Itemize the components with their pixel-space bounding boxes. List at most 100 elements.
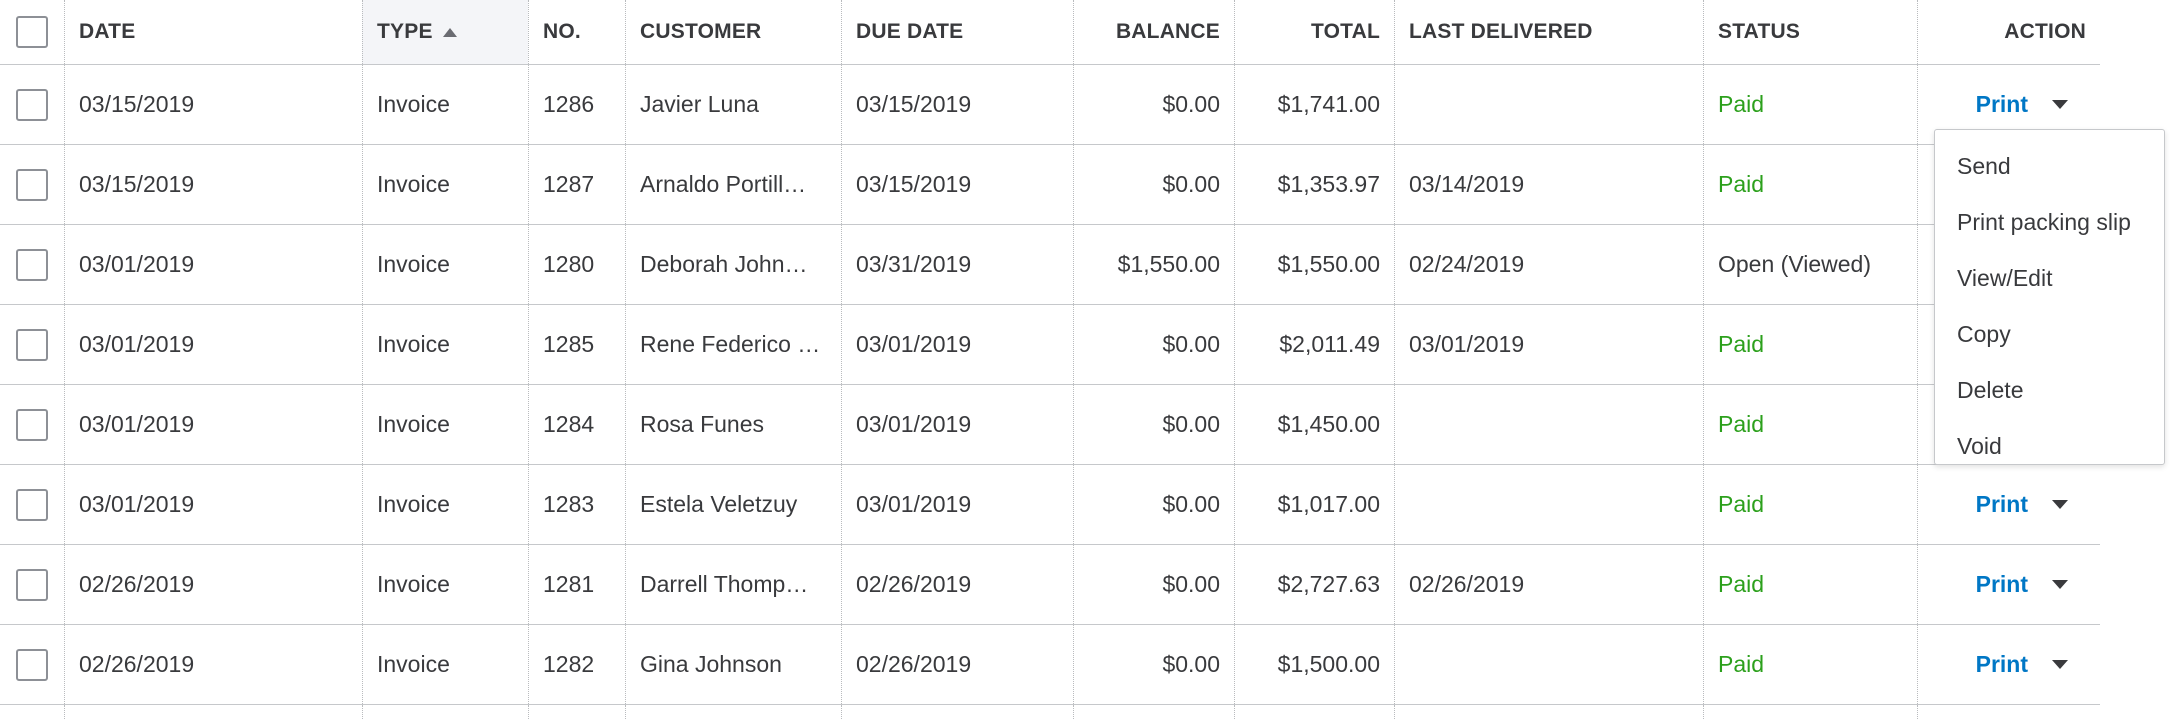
cell-date: 02/26/2019 — [64, 545, 362, 624]
cell-customer: Javier Luna — [625, 65, 841, 144]
cell-customer — [625, 705, 841, 720]
cell-due-date: 03/15/2019 — [841, 65, 1073, 144]
cell-balance: $0.00 — [1073, 65, 1234, 144]
cell-customer: Estela Veletzuy — [625, 465, 841, 544]
cell-last-delivered — [1394, 465, 1703, 544]
row-checkbox[interactable] — [16, 648, 48, 681]
column-header-customer-label: CUSTOMER — [640, 20, 762, 43]
cell-balance: $0.00 — [1073, 465, 1234, 544]
status-badge: Paid — [1703, 625, 1917, 704]
cell-balance: $0.00 — [1073, 305, 1234, 384]
cell-action — [1917, 705, 2100, 720]
cell-due-date — [841, 705, 1073, 720]
menu-item-void[interactable]: Void — [1935, 418, 2164, 474]
menu-item-copy[interactable]: Copy — [1935, 306, 2164, 362]
cell-balance: $1,550.00 — [1073, 225, 1234, 304]
table-row[interactable]: 03/15/2019 Invoice 1286 Javier Luna 03/15/20… — [0, 65, 2100, 145]
column-header-no[interactable]: NO. — [528, 0, 625, 64]
column-header-total[interactable]: TOTAL — [1234, 0, 1394, 64]
row-checkbox[interactable] — [16, 168, 48, 201]
cell-no: 1282 — [528, 625, 625, 704]
more-actions-button[interactable] — [2040, 570, 2080, 600]
menu-item-send[interactable]: Send — [1935, 138, 2164, 194]
table-row[interactable]: 03/01/2019 Invoice 1284 Rosa Funes 03/01/201… — [0, 385, 2100, 465]
row-checkbox[interactable] — [16, 88, 48, 121]
table-row[interactable]: 02/26/2019 Invoice 1282 Gina Johnson 02/26/2… — [0, 625, 2100, 705]
column-header-status[interactable]: STATUS — [1703, 0, 1917, 64]
cell-total: $1,741.00 — [1234, 65, 1394, 144]
row-checkbox[interactable] — [16, 328, 48, 361]
cell-customer: Deborah John… — [625, 225, 841, 304]
table-row[interactable]: 02/26/2019 Invoice 1281 Darrell Thomp… 02/26… — [0, 545, 2100, 625]
column-header-customer[interactable]: CUSTOMER — [625, 0, 841, 64]
cell-action: Print — [1917, 625, 2100, 704]
cell-date: 03/01/2019 — [64, 225, 362, 304]
more-actions-button[interactable] — [2040, 90, 2080, 120]
cell-last-delivered: 03/14/2019 — [1394, 145, 1703, 224]
status-badge: Open (Viewed) — [1703, 225, 1917, 304]
column-header-type[interactable]: TYPE — [362, 0, 528, 64]
customer-name: Estela Veletzuy — [640, 491, 798, 517]
column-header-date-label: DATE — [79, 20, 136, 43]
customer-name: Rene Federico … — [640, 331, 821, 357]
menu-item-print-packing-slip[interactable]: Print packing slip — [1935, 194, 2164, 250]
table-row[interactable]: 03/15/2019 Invoice 1287 Arnaldo Portill… 03/… — [0, 145, 2100, 225]
status-badge: Paid — [1703, 145, 1917, 224]
status-badge: Paid — [1703, 65, 1917, 144]
table-row[interactable]: 03/01/2019 Invoice 1285 Rene Federico … 03/0… — [0, 305, 2100, 385]
cell-last-delivered: 03/01/2019 — [1394, 305, 1703, 384]
row-checkbox[interactable] — [16, 568, 48, 601]
select-all-cell — [0, 0, 64, 64]
menu-item-delete[interactable]: Delete — [1935, 362, 2164, 418]
table-row[interactable]: 03/01/2019 Invoice 1280 Deborah John… 03/31/… — [0, 225, 2100, 305]
cell-last-delivered: 02/26/2019 — [1394, 545, 1703, 624]
column-header-last-delivered[interactable]: LAST DELIVERED — [1394, 0, 1703, 64]
print-link[interactable]: Print — [1976, 91, 2028, 118]
table-row[interactable]: 03/01/2019 Invoice 1283 Estela Veletzuy 03/0… — [0, 465, 2100, 545]
column-header-due-date[interactable]: DUE DATE — [841, 0, 1073, 64]
column-header-date[interactable]: DATE — [64, 0, 362, 64]
column-header-balance-label: BALANCE — [1115, 20, 1220, 43]
print-link[interactable]: Print — [1976, 571, 2028, 598]
cell-no — [528, 705, 625, 720]
row-checkbox[interactable] — [16, 248, 48, 281]
print-link[interactable]: Print — [1976, 651, 2028, 678]
row-select-cell — [0, 705, 64, 720]
select-all-checkbox[interactable] — [16, 16, 48, 48]
row-action-group: Print — [1976, 650, 2086, 680]
customer-name: Gina Johnson — [640, 651, 782, 677]
row-action-group: Print — [1976, 490, 2086, 520]
cell-last-delivered — [1394, 625, 1703, 704]
row-select-cell — [0, 545, 64, 624]
cell-balance: $0.00 — [1073, 145, 1234, 224]
cell-due-date: 03/01/2019 — [841, 305, 1073, 384]
cell-date — [64, 705, 362, 720]
cell-type: Invoice — [362, 225, 528, 304]
cell-type: Invoice — [362, 65, 528, 144]
row-action-group: Print — [1976, 90, 2086, 120]
table-row-partial — [0, 705, 2100, 720]
row-select-cell — [0, 225, 64, 304]
cell-type: Invoice — [362, 545, 528, 624]
cell-type: Invoice — [362, 625, 528, 704]
column-header-last-delivered-label: LAST DELIVERED — [1409, 20, 1593, 43]
cell-no: 1281 — [528, 545, 625, 624]
row-checkbox[interactable] — [16, 408, 48, 441]
cell-type — [362, 705, 528, 720]
cell-type: Invoice — [362, 385, 528, 464]
row-select-cell — [0, 305, 64, 384]
print-link[interactable]: Print — [1976, 491, 2028, 518]
more-actions-button[interactable] — [2040, 490, 2080, 520]
transactions-table: DATE TYPE NO. CUSTOMER DUE DATE BALANCE … — [0, 0, 2100, 720]
menu-item-view-edit[interactable]: View/Edit — [1935, 250, 2164, 306]
more-actions-button[interactable] — [2040, 650, 2080, 680]
column-header-status-label: STATUS — [1718, 20, 1801, 43]
cell-balance: $0.00 — [1073, 385, 1234, 464]
cell-balance: $0.00 — [1073, 545, 1234, 624]
cell-type: Invoice — [362, 145, 528, 224]
column-header-balance[interactable]: BALANCE — [1073, 0, 1234, 64]
row-select-cell — [0, 465, 64, 544]
status-badge: Paid — [1703, 385, 1917, 464]
row-checkbox[interactable] — [16, 488, 48, 521]
cell-last-delivered — [1394, 385, 1703, 464]
